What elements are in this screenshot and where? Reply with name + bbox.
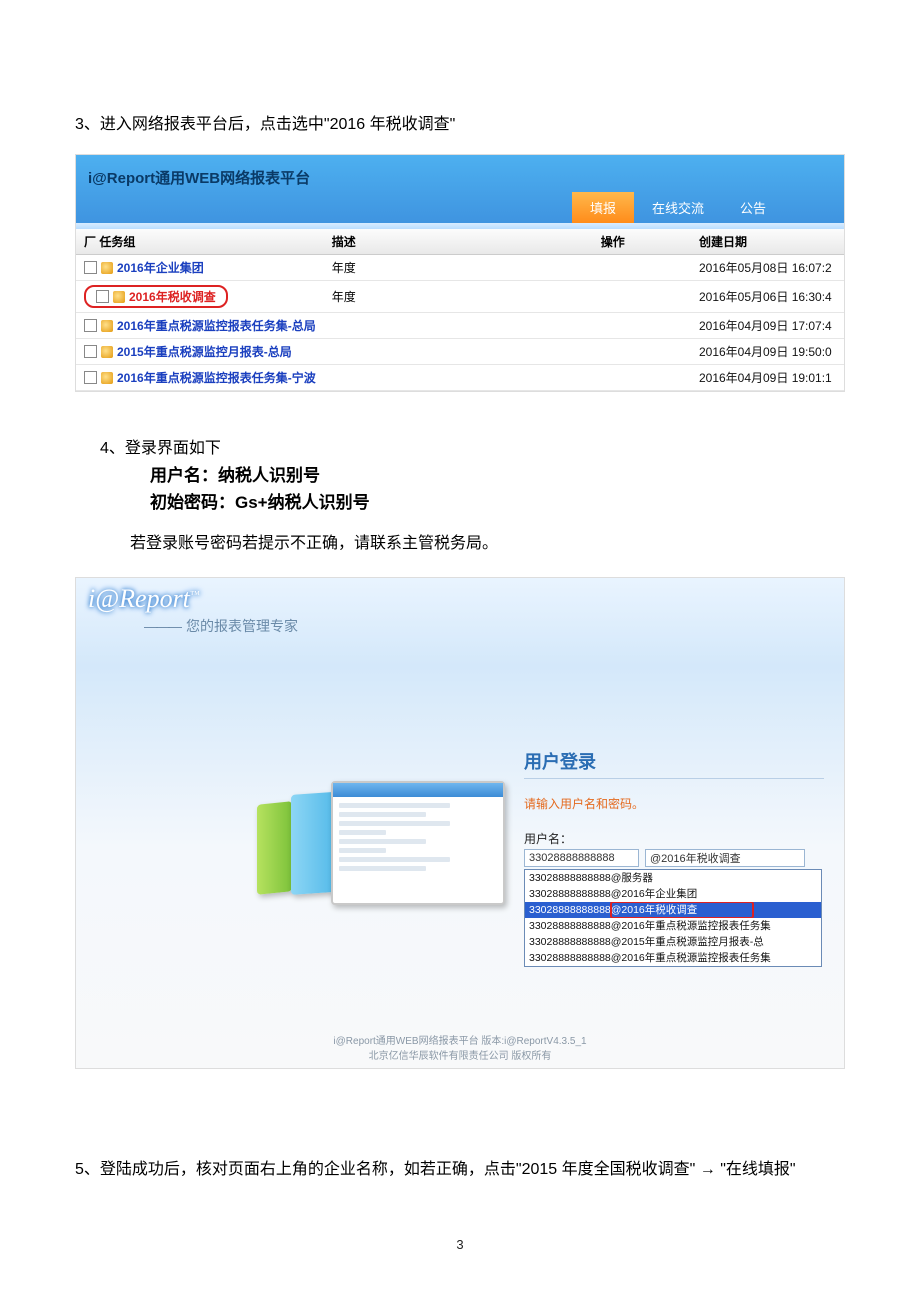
login-footer: i@Report通用WEB网络报表平台 版本:i@ReportV4.3.5_1 … xyxy=(76,1032,844,1062)
folder-icon xyxy=(101,346,113,358)
folder-icon xyxy=(113,291,125,303)
task-link[interactable]: 2016年重点税源监控报表任务集-宁波 xyxy=(117,371,316,385)
table-row[interactable]: 2015年重点税源监控月报表-总局 2016年04月09日 19:50:0 xyxy=(76,338,844,364)
step4-text: 4、登录界面如下 xyxy=(100,436,845,462)
cell-date: 2016年04月09日 17:07:4 xyxy=(691,312,844,338)
folder-icon xyxy=(101,262,113,274)
dropdown-item[interactable]: 33028888888888@2016年企业集团 xyxy=(525,886,821,902)
cred-password: 初始密码：Gs+纳税人识别号 xyxy=(150,488,920,513)
dropdown-item[interactable]: 33028888888888@2016年重点税源监控报表任务集 xyxy=(525,918,821,934)
cell-op xyxy=(593,280,691,312)
dropdown-item[interactable]: 33028888888888@2015年重点税源监控月报表-总 xyxy=(525,934,821,950)
col-date: 创建日期 xyxy=(691,229,844,255)
checkbox-icon[interactable] xyxy=(84,261,97,274)
cell-desc: 年度 xyxy=(324,254,593,280)
table-row[interactable]: 2016年企业集团 年度 2016年05月08日 16:07:2 xyxy=(76,254,844,280)
task-link[interactable]: 2016年企业集团 xyxy=(117,261,204,275)
task-link[interactable]: 2016年税收调查 xyxy=(129,290,216,304)
input-username[interactable] xyxy=(524,849,639,867)
login-note: 若登录账号密码若提示不正确，请联系主管税务局。 xyxy=(130,531,845,557)
cred-username: 用户名：纳税人识别号 xyxy=(150,461,920,486)
step3-text: 3、进入网络报表平台后，点击选中"2016 年税收调查" xyxy=(75,0,845,138)
table-row[interactable]: 2016年重点税源监控报表任务集-宁波 2016年04月09日 19:01:1 xyxy=(76,364,844,390)
dropdown-item[interactable]: 33028888888888@服务器 xyxy=(525,870,821,886)
cell-desc xyxy=(324,338,593,364)
checkbox-icon[interactable] xyxy=(84,319,97,332)
screenshot-task-list: i@Report通用WEB网络报表平台 填报 在线交流 公告 厂 任务组 描述 … xyxy=(75,154,845,392)
cell-op xyxy=(593,254,691,280)
task-dropdown[interactable]: 33028888888888@服务器33028888888888@2016年企业… xyxy=(524,869,822,967)
illustration xyxy=(251,773,511,913)
table-header-row: 厂 任务组 描述 操作 创建日期 xyxy=(76,229,844,255)
folder-icon xyxy=(101,320,113,332)
col-desc: 描述 xyxy=(324,229,593,255)
col-op: 操作 xyxy=(593,229,691,255)
illust-card-white xyxy=(331,781,505,905)
highlight-box xyxy=(610,902,754,918)
table-row[interactable]: 2016年重点税源监控报表任务集-总局 2016年04月09日 17:07:4 xyxy=(76,312,844,338)
app-title: i@Report通用WEB网络报表平台 xyxy=(88,167,310,188)
col-group: 厂 任务组 xyxy=(76,229,324,255)
tab-fill[interactable]: 填报 xyxy=(572,192,634,223)
step5-text: 5、登陆成功后，核对页面右上角的企业名称，如若正确，点击"2015 年度全国税收… xyxy=(75,1157,845,1183)
cell-desc: 年度 xyxy=(324,280,593,312)
task-table: 厂 任务组 描述 操作 创建日期 2016年企业集团年度2016年05月08日 … xyxy=(76,229,844,391)
login-hint: 请输入用户名和密码。 xyxy=(524,795,824,812)
cell-op xyxy=(593,312,691,338)
tab-notice[interactable]: 公告 xyxy=(722,192,784,223)
cell-op xyxy=(593,364,691,390)
checkbox-icon[interactable] xyxy=(84,371,97,384)
login-title: 用户登录 xyxy=(524,748,824,779)
cell-desc xyxy=(324,364,593,390)
folder-icon xyxy=(101,372,113,384)
cell-desc xyxy=(324,312,593,338)
login-panel: 用户登录 请输入用户名和密码。 用户名： 33028888888888@服务器3… xyxy=(524,748,824,967)
cell-date: 2016年05月06日 16:30:4 xyxy=(691,280,844,312)
label-username: 用户名： xyxy=(524,830,824,847)
task-link[interactable]: 2015年重点税源监控月报表-总局 xyxy=(117,345,292,359)
dropdown-item[interactable]: 33028888888888@2016年重点税源监控报表任务集 xyxy=(525,950,821,966)
dropdown-item[interactable]: 33028888888888@2016年税收调查 xyxy=(525,902,821,918)
logo-text: i@Report™ xyxy=(88,584,200,614)
table-row[interactable]: 2016年税收调查 年度 2016年05月06日 16:30:4 xyxy=(76,280,844,312)
cell-date: 2016年05月08日 16:07:2 xyxy=(691,254,844,280)
screenshot-login: i@Report™ ———您的报表管理专家 用户登录 请输入用户名和密码。 用户… xyxy=(75,577,845,1069)
checkbox-icon[interactable] xyxy=(84,345,97,358)
banner: i@Report通用WEB网络报表平台 填报 在线交流 公告 xyxy=(76,155,844,223)
input-task[interactable] xyxy=(645,849,805,867)
cell-op xyxy=(593,338,691,364)
cell-date: 2016年04月09日 19:01:1 xyxy=(691,364,844,390)
logo-subtitle: ———您的报表管理专家 xyxy=(144,616,298,636)
illust-card-green xyxy=(257,801,292,895)
tab-chat[interactable]: 在线交流 xyxy=(634,192,722,223)
task-link[interactable]: 2016年重点税源监控报表任务集-总局 xyxy=(117,319,316,333)
checkbox-icon[interactable] xyxy=(96,290,109,303)
top-tabs: 填报 在线交流 公告 xyxy=(572,192,784,223)
page-number: 3 xyxy=(0,1237,920,1252)
cell-date: 2016年04月09日 19:50:0 xyxy=(691,338,844,364)
